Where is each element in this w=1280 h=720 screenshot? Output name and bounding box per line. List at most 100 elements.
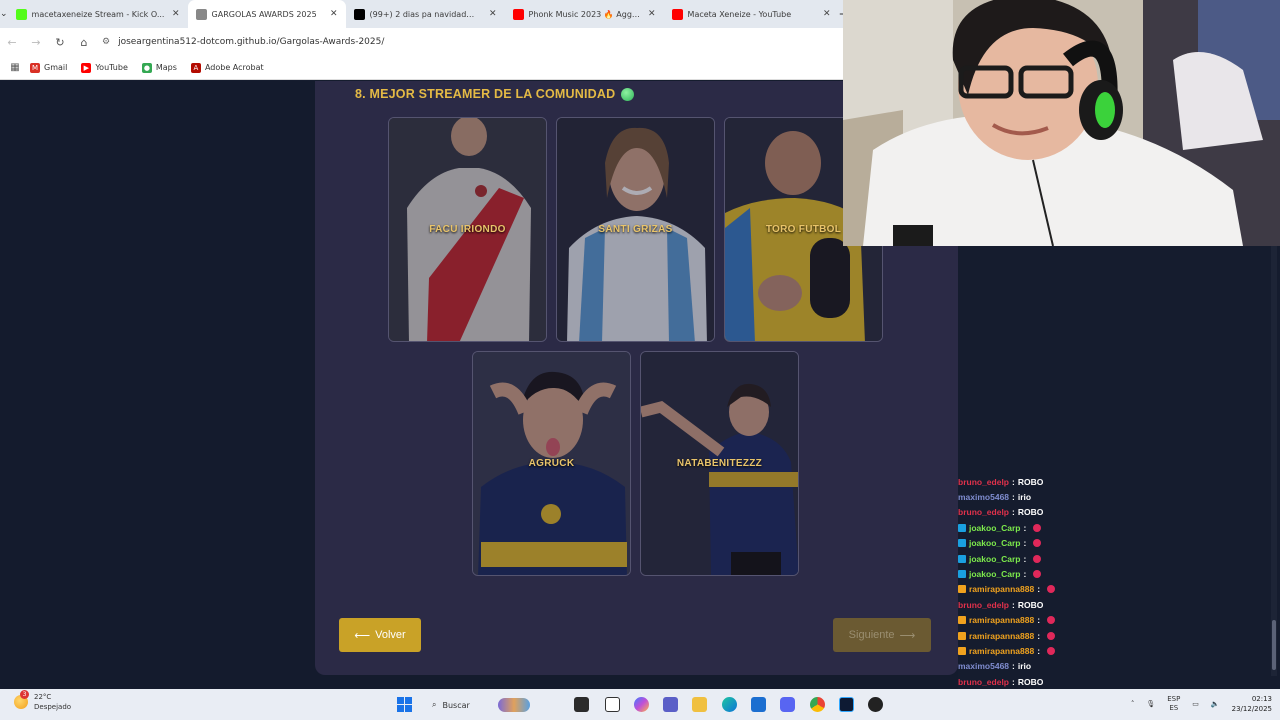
bookmark-label: Maps xyxy=(155,63,177,72)
chat-username[interactable]: maximo5468 xyxy=(958,492,1009,502)
tab-search-icon[interactable]: ⌄ xyxy=(0,0,8,28)
chat-message: joakoo_Carp: xyxy=(955,520,1275,535)
bookmark-item[interactable]: A Adobe Acrobat xyxy=(190,62,264,73)
taskbar-search[interactable]: ⌕ Buscar xyxy=(424,695,534,715)
nominee-card-santi[interactable]: SANTI GRIZAS xyxy=(556,117,715,342)
language-code: ESP xyxy=(1167,695,1181,703)
capcut-icon[interactable] xyxy=(605,697,620,712)
close-tab-icon[interactable]: ✕ xyxy=(489,9,497,19)
back-button[interactable]: ⟵ Volver xyxy=(339,618,421,652)
chat-emote-icon xyxy=(1047,646,1056,655)
chat-message: bruno_edelp: ROBO xyxy=(955,674,1275,689)
chat-username[interactable]: joakoo_Carp xyxy=(969,569,1021,579)
chat-message: bruno_edelp: ROBO xyxy=(955,505,1275,520)
back-icon[interactable]: ← xyxy=(0,36,24,49)
chat-username[interactable]: bruno_edelp xyxy=(958,507,1009,517)
bookmark-icon: ▶ xyxy=(81,62,92,73)
site-info-icon[interactable]: ⚙ xyxy=(102,37,110,47)
chat-text: irio xyxy=(1017,492,1032,503)
edge-icon[interactable] xyxy=(722,697,737,712)
chat-username[interactable]: ramirapanna888 xyxy=(969,646,1034,656)
chat-username[interactable]: maximo5468 xyxy=(958,661,1009,671)
browser-tab[interactable]: Maceta Xeneize - YouTube ✕ xyxy=(664,0,839,28)
tab-favicon-icon xyxy=(353,8,365,20)
nominee-card-nata[interactable]: NATABENITEZZZ xyxy=(640,351,799,576)
close-tab-icon[interactable]: ✕ xyxy=(172,9,180,19)
chat-emote-icon xyxy=(1047,585,1056,594)
browser-tab[interactable]: macetaxeneize Stream - Kick O... ✕ xyxy=(8,0,188,28)
obs-icon[interactable] xyxy=(868,697,883,712)
bookmark-item[interactable]: ● Maps xyxy=(141,62,177,73)
chat-message: bruno_edelp: ROBO xyxy=(955,474,1275,489)
browser-tab[interactable]: GARGOLAS AWARDS 2025 ✕ xyxy=(187,0,346,28)
bookmark-item[interactable]: M Gmail xyxy=(30,62,68,73)
chat-username[interactable]: ramirapanna888 xyxy=(969,631,1034,641)
apps-grid-icon[interactable]: ▦ xyxy=(0,62,30,73)
microphone-icon[interactable]: 🎙 xyxy=(1146,700,1155,708)
tab-favicon-icon xyxy=(671,8,683,20)
user-badge-icon xyxy=(958,616,966,625)
tray-chevron-icon[interactable]: ˄ xyxy=(1131,700,1135,708)
page-viewport: 8. MEJOR STREAMER DE LA COMUNIDAD FACU I… xyxy=(0,81,958,690)
teams-icon[interactable] xyxy=(663,697,678,712)
chat-separator: : xyxy=(1023,522,1027,533)
network-icon[interactable]: ▭ xyxy=(1192,700,1199,708)
chat-username[interactable]: ramirapanna888 xyxy=(969,615,1034,625)
chat-username[interactable]: bruno_edelp xyxy=(958,477,1009,487)
clock[interactable]: 02:13 23/12/2025 xyxy=(1232,694,1272,714)
chat-emote-icon xyxy=(1047,631,1056,640)
user-badge-icon xyxy=(958,585,966,594)
close-tab-icon[interactable]: ✕ xyxy=(330,9,338,19)
close-tab-icon[interactable]: ✕ xyxy=(823,9,831,19)
system-tray: ˄ 🎙 ESP ES ▭ 🔈 02:13 23/12/2025 xyxy=(1131,694,1272,714)
chat-text: ROBO xyxy=(1017,676,1044,687)
chat-emote-icon xyxy=(1033,539,1042,548)
chat-message: joakoo_Carp: xyxy=(955,551,1275,566)
chat-message: ramirapanna888: xyxy=(955,613,1275,628)
tab-title: GARGOLAS AWARDS 2025 xyxy=(211,9,317,19)
chat-username[interactable]: joakoo_Carp xyxy=(969,538,1021,548)
nominee-card-facu[interactable]: FACU IRIONDO xyxy=(388,117,547,342)
photoshop-icon[interactable] xyxy=(839,697,854,712)
chat-username[interactable]: joakoo_Carp xyxy=(969,554,1021,564)
bookmarks-bar: ▦ M Gmail ▶ YouTube ● Maps A Adobe Acrobat xyxy=(0,56,843,80)
chat-message: ramirapanna888: xyxy=(955,582,1275,597)
chat-username[interactable]: bruno_edelp xyxy=(958,600,1009,610)
tab-title: (99+) 2 dias pa navidad🥰❤️ ... xyxy=(369,9,484,19)
search-icon: ⌕ xyxy=(432,700,437,709)
url-field[interactable]: ⚙ joseargentina512-dotcom.github.io/Gargo… xyxy=(102,37,384,47)
chat-username[interactable]: bruno_edelp xyxy=(958,677,1009,687)
task-view-icon[interactable] xyxy=(574,697,589,712)
forward-icon[interactable]: → xyxy=(24,36,48,49)
discord-icon[interactable] xyxy=(780,697,795,712)
reload-icon[interactable]: ↻ xyxy=(48,36,72,49)
chat-username[interactable]: joakoo_Carp xyxy=(969,523,1021,533)
chrome-icon[interactable] xyxy=(810,697,825,712)
home-icon[interactable]: ⌂ xyxy=(72,36,96,49)
bookmark-item[interactable]: ▶ YouTube xyxy=(81,62,128,73)
weather-notification-badge: 3 xyxy=(20,690,29,699)
chat-text: ROBO xyxy=(1017,507,1044,518)
chat-username[interactable]: ramirapanna888 xyxy=(969,584,1034,594)
arrow-left-icon: ⟵ xyxy=(354,629,371,642)
tab-title: Maceta Xeneize - YouTube xyxy=(687,9,792,19)
windows-start-icon[interactable] xyxy=(397,697,412,712)
nominee-card-agruck[interactable]: AGRUCK xyxy=(472,351,631,576)
bookmark-label: YouTube xyxy=(95,63,128,72)
scrollbar-thumb[interactable] xyxy=(1272,620,1276,670)
close-tab-icon[interactable]: ✕ xyxy=(648,9,656,19)
file-explorer-icon[interactable] xyxy=(692,697,707,712)
browser-tab[interactable]: (99+) 2 dias pa navidad🥰❤️ ... ✕ xyxy=(346,0,505,28)
copilot-icon[interactable] xyxy=(634,697,649,712)
next-button[interactable]: Siguiente ⟶ xyxy=(833,618,931,652)
volume-icon[interactable]: 🔈 xyxy=(1211,700,1220,708)
bookmark-label: Gmail xyxy=(44,63,68,72)
browser-tab[interactable]: Phonk Music 2023 🔥 Aggress... ✕ xyxy=(505,0,664,28)
store-icon[interactable] xyxy=(751,697,766,712)
scrollbar-track[interactable] xyxy=(1271,246,1277,676)
chat-separator: : xyxy=(1037,615,1041,626)
language-indicator[interactable]: ESP ES xyxy=(1167,695,1180,713)
weather-widget[interactable]: 3 22°C Despejado xyxy=(14,690,71,712)
clock-date: 23/12/2025 xyxy=(1231,705,1272,713)
chat-text: irio xyxy=(1017,661,1032,672)
